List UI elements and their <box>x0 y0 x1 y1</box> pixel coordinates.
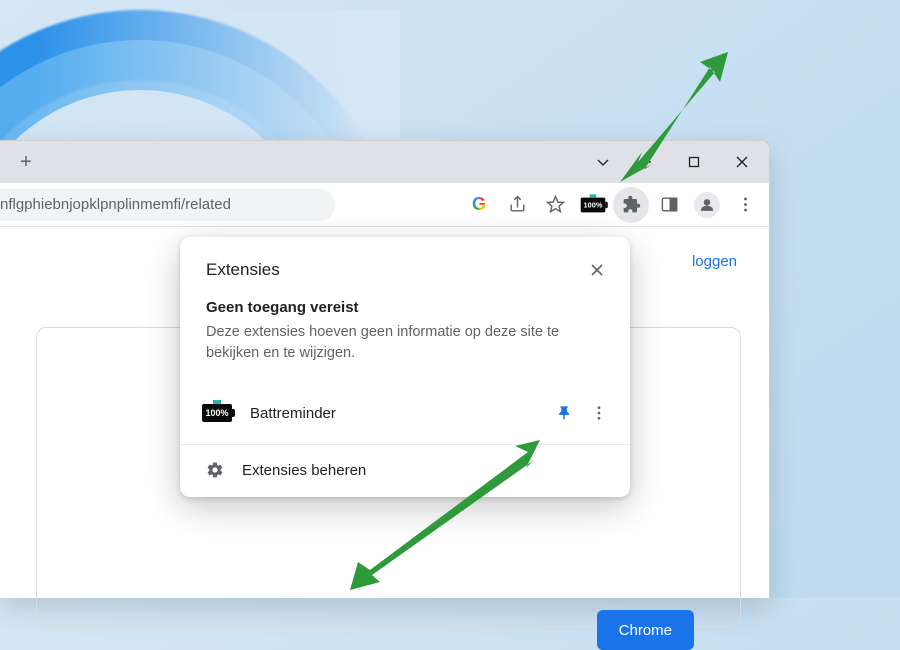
side-panel-button[interactable] <box>651 187 687 223</box>
address-bar[interactable]: nflgphiebnjopklpnplinmemfi/related <box>0 189 335 221</box>
manage-extensions-row[interactable]: Extensies beheren <box>180 445 630 497</box>
pin-extension-button[interactable] <box>548 396 582 430</box>
battery-percent-label: 100% <box>202 404 232 422</box>
new-tab-button[interactable]: + <box>12 148 40 176</box>
profile-button[interactable] <box>689 187 725 223</box>
login-link[interactable]: loggen <box>692 253 737 270</box>
extension-row[interactable]: 100% Battreminder <box>180 382 630 444</box>
window-maximize-button[interactable] <box>671 143 717 181</box>
popup-section-description: Deze extensies hoeven geen informatie op… <box>206 322 604 364</box>
extension-more-button[interactable] <box>582 396 616 430</box>
tab-strip: + <box>0 141 769 183</box>
gear-icon <box>206 461 224 479</box>
popup-section-heading: Geen toegang vereist <box>206 299 604 316</box>
add-to-chrome-button[interactable]: Chrome <box>597 610 694 650</box>
window-controls <box>585 143 765 181</box>
tab-search-button[interactable] <box>585 143 621 181</box>
manage-extensions-label: Extensies beheren <box>242 462 366 479</box>
bookmark-star-button[interactable] <box>537 187 573 223</box>
popup-title: Extensies <box>206 260 280 280</box>
battreminder-pinned-extension[interactable]: 100% <box>575 187 611 223</box>
battery-percent-label: 100% <box>581 197 606 212</box>
extensions-popup: Extensies Geen toegang vereist Deze exte… <box>180 237 630 497</box>
google-search-icon[interactable]: G <box>461 187 497 223</box>
popup-close-button[interactable] <box>582 255 612 285</box>
browser-toolbar: nflgphiebnjopklpnplinmemfi/related G 100… <box>0 183 769 227</box>
window-minimize-button[interactable] <box>623 143 669 181</box>
chrome-menu-button[interactable] <box>727 187 763 223</box>
extension-name: Battreminder <box>250 405 548 422</box>
battreminder-icon: 100% <box>202 404 232 422</box>
window-close-button[interactable] <box>719 143 765 181</box>
url-text: nflgphiebnjopklpnplinmemfi/related <box>0 196 231 213</box>
share-button[interactable] <box>499 187 535 223</box>
extensions-button[interactable] <box>613 187 649 223</box>
